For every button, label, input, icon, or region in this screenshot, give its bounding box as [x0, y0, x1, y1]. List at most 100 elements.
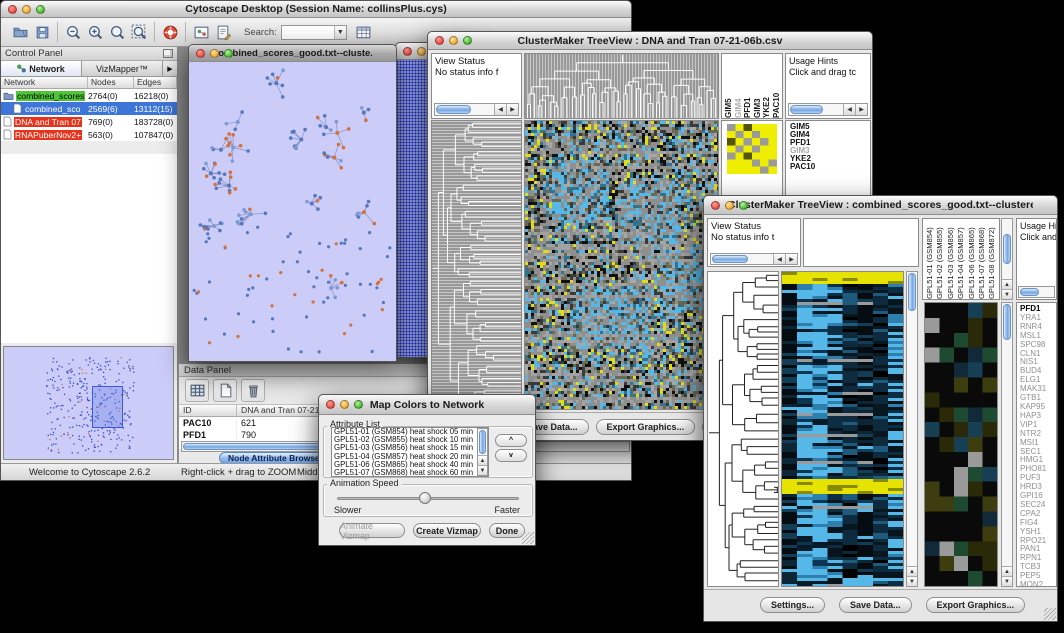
help-icon[interactable]	[159, 21, 181, 43]
network-row-dna-and-tran-07[interactable]: DNA and Tran 07769(0)183728(0)	[1, 115, 177, 128]
create-vizmap-button[interactable]: Create Vizmap	[413, 523, 481, 538]
minimize-button[interactable]	[22, 5, 31, 14]
zoom-button[interactable]	[354, 400, 363, 409]
scroll-left-icon[interactable]: ◀	[494, 104, 506, 115]
open-session-icon[interactable]	[9, 21, 31, 43]
tv2-usage-hscrollbar[interactable]	[1018, 286, 1055, 298]
tv2-heatmap[interactable]	[781, 271, 904, 587]
scroll-up-icon[interactable]: ▲	[907, 566, 917, 576]
scroll-up-icon[interactable]: ▲	[1002, 279, 1012, 289]
tab-network[interactable]: Network	[1, 61, 82, 76]
resize-grip[interactable]	[522, 532, 534, 544]
zoom-button[interactable]	[36, 5, 45, 14]
tv2-column-dendrogram[interactable]	[803, 218, 919, 267]
scroll-down-icon[interactable]: ▼	[1002, 289, 1012, 299]
network-row-combined-scores[interactable]: combined_scores2764(0)16218(0)	[1, 89, 177, 102]
tv2-gene-list-panel[interactable]: PFD1YRA1RNR4MSL1SPC98CLN1NIS1BUD4ELG1MAK…	[1016, 302, 1057, 587]
resize-grip[interactable]	[1044, 608, 1056, 620]
scroll-up-icon[interactable]: ▲	[1002, 566, 1012, 576]
network-tree-area[interactable]	[1, 154, 177, 343]
move-down-button[interactable]: v	[495, 449, 527, 462]
scroll-down-icon[interactable]: ▼	[478, 465, 487, 475]
tv1-usage-hscrollbar-thumb[interactable]	[790, 105, 823, 114]
search-input[interactable]: ▼	[281, 25, 347, 40]
search-dropdown-icon[interactable]: ▼	[334, 26, 346, 39]
column-edges[interactable]: Edges	[134, 77, 177, 88]
scroll-down-icon[interactable]: ▼	[1002, 576, 1012, 586]
tv2-zoom-scrollbar[interactable]: ▲▼	[1001, 302, 1013, 587]
close-button[interactable]	[8, 5, 17, 14]
animate-vizmap-button[interactable]: Animate Vizmap	[339, 523, 405, 538]
network-overview[interactable]	[3, 346, 174, 460]
tv2-labels-scrollbar-thumb[interactable]	[1003, 234, 1011, 264]
tv1-row-dendrogram[interactable]	[431, 120, 522, 410]
tab-vizmapper[interactable]: VizMapper™	[82, 61, 163, 76]
node-attribute-browser-button[interactable]: Node Attribute Browser	[219, 452, 332, 463]
tv1-column-dendrogram[interactable]	[524, 53, 719, 119]
zoom-button[interactable]	[224, 49, 233, 58]
done-button[interactable]: Done	[489, 523, 525, 538]
network-row-combined-sco[interactable]: combined_sco2569(6)13112(15)	[1, 102, 177, 115]
tv1-heatmap[interactable]	[524, 120, 719, 410]
treeview2-titlebar[interactable]: ClusterMaker TreeView : combined_scores_…	[704, 196, 1057, 215]
tv2-zoom-matrix[interactable]	[924, 302, 998, 587]
zoom-in-icon[interactable]	[84, 21, 106, 43]
minimize-button[interactable]	[417, 47, 426, 56]
move-up-button[interactable]: ^	[495, 434, 527, 447]
attribute-list-scrollbar[interactable]: ▲▼	[477, 428, 488, 476]
zoom-button[interactable]	[463, 36, 472, 45]
minimize-button[interactable]	[449, 36, 458, 45]
tv2-labels-scrollbar[interactable]: ▲▼	[1001, 218, 1013, 300]
save-session-icon[interactable]	[31, 21, 53, 43]
close-button[interactable]	[196, 49, 205, 58]
attribute-list-scrollbar-thumb[interactable]	[479, 430, 486, 454]
scroll-right-icon[interactable]: ▶	[785, 254, 797, 264]
minim ize-button[interactable]	[210, 49, 219, 58]
zoom-out-icon[interactable]	[62, 21, 84, 43]
attribute-list[interactable]: GPL51-01 (GSM854) heat shock 05 minGPL51…	[331, 427, 489, 477]
tv2-heatmap-scrollbar-thumb[interactable]	[908, 273, 916, 311]
minimize-button[interactable]	[340, 400, 349, 409]
treeview1-titlebar[interactable]: ClusterMaker TreeView : DNA and Tran 07-…	[428, 32, 872, 50]
tv1-gene-pac10[interactable]: PAC10	[790, 163, 870, 171]
delete-attribute-icon[interactable]	[241, 379, 265, 402]
close-button[interactable]	[403, 47, 412, 56]
column-nodes[interactable]: Nodes	[88, 77, 134, 88]
create-view-icon[interactable]	[190, 21, 212, 43]
scroll-down-icon[interactable]: ▼	[907, 576, 917, 586]
tv2-export-graphics-button[interactable]: Export Graphics...	[926, 597, 1026, 613]
tv1-export-graphics-button[interactable]: Export Graphics...	[596, 419, 696, 435]
tv1-usage-hscrollbar[interactable]: ◀▶	[788, 103, 868, 116]
tv1-status-hscrollbar-thumb[interactable]	[436, 105, 471, 114]
attribute-table-icon[interactable]	[185, 379, 209, 402]
column-network[interactable]: Network	[1, 77, 88, 88]
network-row-rnapubernov2[interactable]: RNAPuberNov2+563(0)107847(0)	[1, 128, 177, 141]
tv1-status-hscrollbar[interactable]: ◀▶	[434, 103, 519, 116]
close-button[interactable]	[435, 36, 444, 45]
minimize-button[interactable]	[725, 201, 734, 210]
tv2-settings-button[interactable]: Settings...	[760, 597, 825, 613]
scroll-right-icon[interactable]: ▶	[506, 104, 518, 115]
close-button[interactable]	[711, 201, 720, 210]
network-table-header[interactable]: Network Nodes Edges	[1, 77, 177, 89]
scroll-up-icon[interactable]: ▲	[478, 455, 487, 465]
tab-overflow-arrow[interactable]: ▶	[163, 61, 177, 76]
animation-speed-slider-thumb[interactable]	[419, 492, 431, 504]
tv2-row-dendrogram[interactable]	[707, 271, 779, 587]
main-titlebar[interactable]: Cytoscape Desktop (Session Name: collins…	[1, 1, 631, 18]
network-view-titlebar[interactable]: combined_scores_good.txt--cluste...	[189, 45, 396, 62]
overview-viewport-rect[interactable]	[92, 386, 123, 428]
import-table-icon[interactable]	[353, 21, 375, 43]
tv2-save-data-button[interactable]: Save Data...	[839, 597, 912, 613]
scroll-left-icon[interactable]: ◀	[843, 104, 855, 115]
float-panel-icon[interactable]	[163, 49, 173, 58]
tv2-zoom-scrollbar-thumb[interactable]	[1003, 304, 1011, 340]
network-canvas[interactable]	[189, 62, 396, 361]
tv2-status-hscrollbar[interactable]: ◀▶	[710, 253, 798, 265]
attribute-item-5[interactable]: GPL51-07 (GSM868) heat shock 60 min	[332, 469, 488, 477]
zoom-fit-icon[interactable]	[106, 21, 128, 43]
scroll-right-icon[interactable]: ▶	[855, 104, 867, 115]
tv2-gene-mon2[interactable]: MON2	[1020, 581, 1056, 587]
new-attribute-icon[interactable]	[213, 379, 237, 402]
tv2-heatmap-scrollbar[interactable]: ▲▼	[906, 271, 918, 587]
